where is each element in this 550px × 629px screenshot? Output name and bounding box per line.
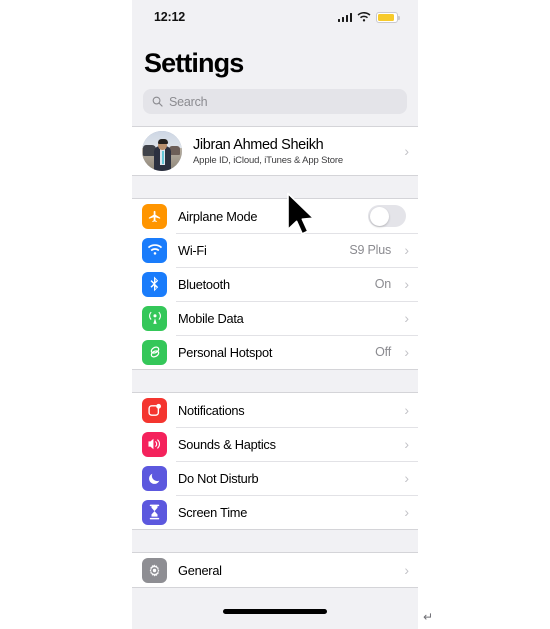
chevron-right-icon: ›	[404, 470, 409, 486]
settings-row-notifications[interactable]: Notifications ›	[132, 393, 418, 427]
speaker-icon	[142, 431, 167, 457]
settings-row-label: Airplane Mode	[178, 208, 258, 224]
hotspot-link-icon	[142, 339, 167, 365]
settings-row-general[interactable]: General ›	[132, 553, 418, 587]
moon-icon	[142, 465, 167, 491]
profile-name: Jibran Ahmed Sheikh	[193, 136, 324, 153]
settings-row-mobile-data[interactable]: Mobile Data ›	[132, 301, 418, 335]
page-title: Settings	[144, 48, 244, 78]
settings-row-label: Notifications	[178, 402, 245, 418]
status-indicators	[337, 11, 400, 23]
settings-row-label: Bluetooth	[178, 276, 230, 292]
chevron-right-icon: ›	[404, 436, 409, 452]
settings-row-label: General	[178, 562, 222, 578]
search-placeholder: Search	[169, 94, 208, 109]
chevron-right-icon: ›	[404, 143, 409, 159]
profile-group: Jibran Ahmed Sheikh Apple ID, iCloud, iT…	[132, 126, 418, 176]
settings-row-label: Do Not Disturb	[178, 470, 259, 486]
search-input[interactable]: Search	[143, 89, 407, 114]
wifi-icon	[142, 237, 167, 263]
airplane-mode-toggle[interactable]	[368, 205, 406, 227]
settings-row-value: S9 Plus	[349, 243, 391, 257]
settings-row-airplane-mode[interactable]: Airplane Mode	[132, 199, 418, 233]
settings-row-screen-time[interactable]: Screen Time ›	[132, 495, 418, 529]
status-bar: 12:12	[132, 0, 418, 30]
settings-row-label: Sounds & Haptics	[178, 436, 276, 452]
settings-row-label: Screen Time	[178, 504, 248, 520]
home-indicator-bar	[223, 609, 327, 614]
return-key-glyph: ↵	[423, 610, 434, 624]
chevron-right-icon: ›	[404, 504, 409, 520]
settings-row-label: Wi-Fi	[178, 242, 207, 258]
profile-row[interactable]: Jibran Ahmed Sheikh Apple ID, iCloud, iT…	[132, 127, 418, 175]
notifications-icon	[142, 397, 167, 423]
chevron-right-icon: ›	[404, 242, 409, 258]
chevron-right-icon: ›	[404, 562, 409, 578]
settings-group-alerts: Notifications › Sounds & Haptics › Do No…	[132, 392, 418, 530]
settings-row-bluetooth[interactable]: Bluetooth On ›	[132, 267, 418, 301]
hourglass-icon	[142, 499, 167, 525]
settings-row-wifi[interactable]: Wi-Fi S9 Plus ›	[132, 233, 418, 267]
cellular-antenna-icon	[142, 305, 167, 331]
search-icon	[152, 96, 163, 107]
phone-screen: 12:12 Settings Search Jibran Ahmed Sheik…	[132, 0, 418, 629]
settings-row-do-not-disturb[interactable]: Do Not Disturb ›	[132, 461, 418, 495]
settings-row-value: Off	[375, 345, 391, 359]
settings-row-personal-hotspot[interactable]: Personal Hotspot Off ›	[132, 335, 418, 369]
avatar	[142, 131, 182, 171]
settings-row-value: On	[374, 277, 391, 291]
settings-row-sounds-haptics[interactable]: Sounds & Haptics ›	[132, 427, 418, 461]
settings-row-label: Mobile Data	[178, 310, 244, 326]
settings-group-system: General ›	[132, 552, 418, 588]
bluetooth-icon	[142, 271, 167, 297]
chevron-right-icon: ›	[404, 310, 409, 326]
wifi-icon	[357, 11, 371, 22]
status-time: 12:12	[154, 10, 185, 24]
battery-icon	[376, 11, 400, 23]
gear-icon	[142, 557, 167, 583]
cellular-signal-icon	[337, 12, 352, 22]
chevron-right-icon: ›	[404, 344, 409, 360]
settings-group-connectivity: Airplane Mode Wi-Fi S9 Plus › Bluetooth …	[132, 198, 418, 370]
chevron-right-icon: ›	[404, 402, 409, 418]
settings-row-label: Personal Hotspot	[178, 344, 273, 360]
airplane-icon	[142, 203, 167, 229]
chevron-right-icon: ›	[404, 276, 409, 292]
profile-subtitle: Apple ID, iCloud, iTunes & App Store	[193, 154, 344, 166]
